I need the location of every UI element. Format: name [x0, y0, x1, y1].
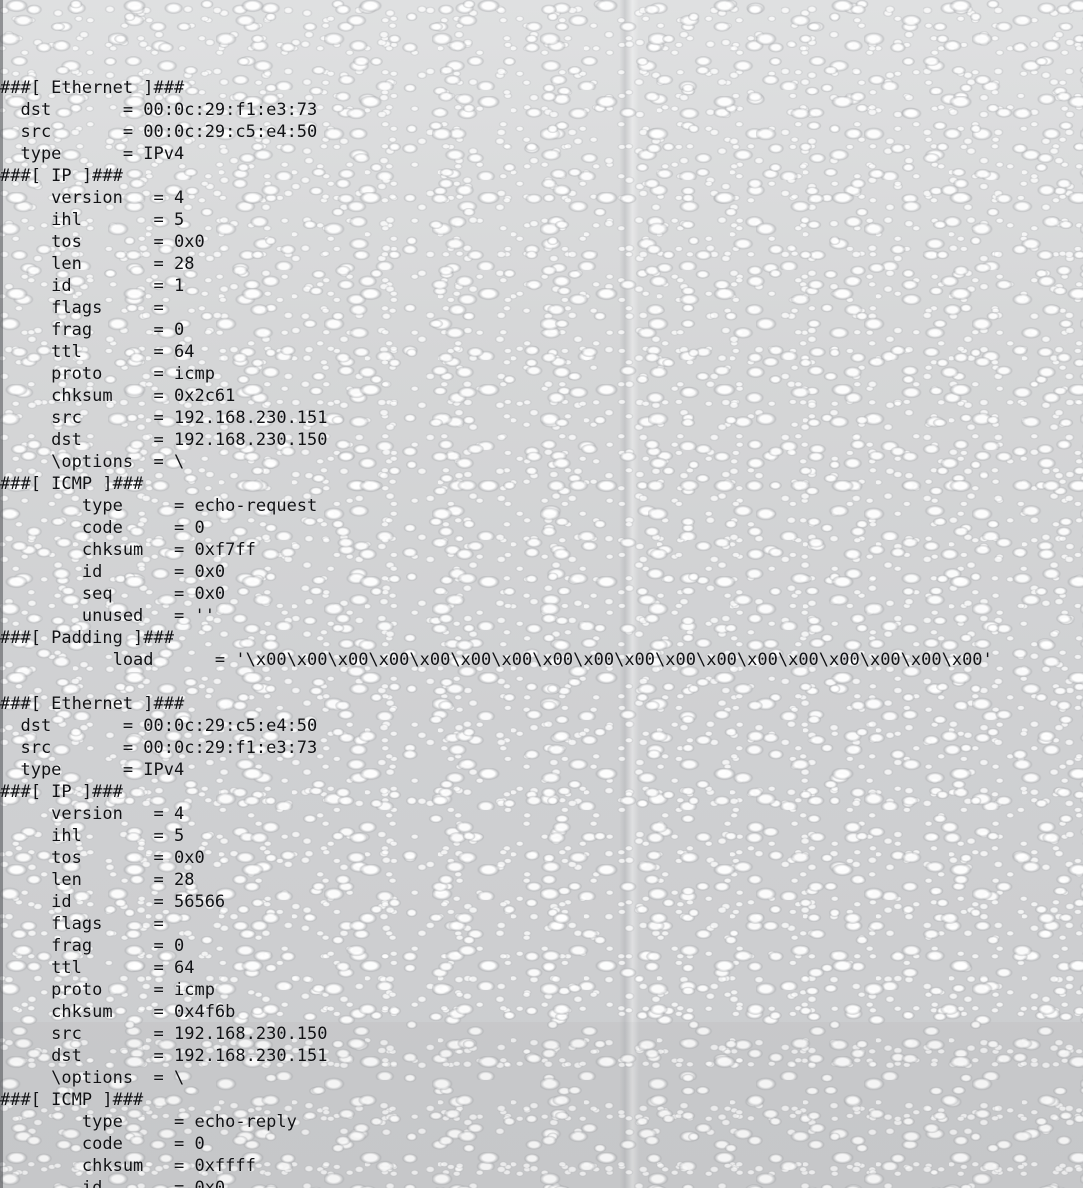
field-line: type = echo-request [0, 496, 318, 516]
field-line: dst = 00:0c:29:f1:e3:73 [0, 100, 318, 120]
field-line: \options = \ [0, 452, 185, 472]
field-line: type = IPv4 [0, 144, 185, 164]
layer-header: ###[ IP ]### [0, 782, 123, 802]
layer-header: ###[ IP ]### [0, 166, 123, 186]
field-line: seq = 0x0 [0, 584, 226, 604]
field-line: src = 192.168.230.150 [0, 1024, 328, 1044]
field-line: ihl = 5 [0, 210, 185, 230]
field-line: chksum = 0x2c61 [0, 386, 236, 406]
field-line: code = 0 [0, 1134, 205, 1154]
field-line: \options = \ [0, 1068, 185, 1088]
terminal-output[interactable]: ###[ Ethernet ]### dst = 00:0c:29:f1:e3:… [0, 66, 1083, 1188]
field-line: flags = [0, 914, 164, 934]
packet-separator-blank-line [0, 671, 1083, 693]
layer-header: ###[ Padding ]### [0, 628, 174, 648]
field-line: unused = '' [0, 606, 215, 626]
field-line: chksum = 0xf7ff [0, 540, 256, 560]
field-line: chksum = 0xffff [0, 1156, 256, 1176]
field-line: type = IPv4 [0, 760, 185, 780]
field-line: src = 192.168.230.151 [0, 408, 328, 428]
field-line: version = 4 [0, 804, 185, 824]
field-line: id = 0x0 [0, 1178, 226, 1188]
field-line: dst = 192.168.230.151 [0, 1046, 328, 1066]
field-line: dst = 00:0c:29:c5:e4:50 [0, 716, 318, 736]
layer-header: ###[ Ethernet ]### [0, 78, 185, 98]
field-line: tos = 0x0 [0, 848, 205, 868]
field-line: proto = icmp [0, 364, 215, 384]
field-line: ihl = 5 [0, 826, 185, 846]
field-line: dst = 192.168.230.150 [0, 430, 328, 450]
field-line: flags = [0, 298, 164, 318]
terminal-window[interactable]: ###[ Ethernet ]### dst = 00:0c:29:f1:e3:… [0, 0, 1083, 1188]
field-line: tos = 0x0 [0, 232, 205, 252]
field-line: ttl = 64 [0, 958, 195, 978]
field-line: len = 28 [0, 870, 195, 890]
field-line: id = 56566 [0, 892, 226, 912]
field-line: src = 00:0c:29:f1:e3:73 [0, 738, 318, 758]
field-line: code = 0 [0, 518, 205, 538]
field-line: len = 28 [0, 254, 195, 274]
layer-header: ###[ ICMP ]### [0, 1090, 144, 1110]
field-line: ttl = 64 [0, 342, 195, 362]
field-line: frag = 0 [0, 936, 185, 956]
field-line: proto = icmp [0, 980, 215, 1000]
field-line: type = echo-reply [0, 1112, 297, 1132]
field-line: frag = 0 [0, 320, 185, 340]
field-line: id = 0x0 [0, 562, 226, 582]
field-line: src = 00:0c:29:c5:e4:50 [0, 122, 318, 142]
field-line: id = 1 [0, 276, 185, 296]
field-line: version = 4 [0, 188, 185, 208]
layer-header: ###[ Ethernet ]### [0, 694, 185, 714]
layer-header: ###[ ICMP ]### [0, 474, 144, 494]
field-line: load = '\x00\x00\x00\x00\x00\x00\x00\x00… [0, 650, 993, 670]
field-line: chksum = 0x4f6b [0, 1002, 236, 1022]
